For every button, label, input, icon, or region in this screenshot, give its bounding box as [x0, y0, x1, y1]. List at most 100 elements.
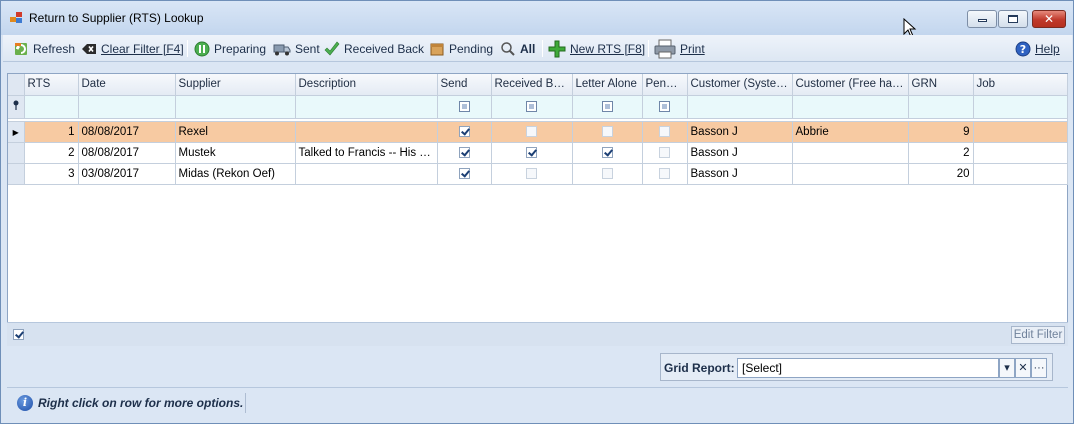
cell-date[interactable]: 03/08/2017	[78, 163, 176, 185]
column-header-job[interactable]: Job	[973, 74, 1068, 96]
column-header-supplier[interactable]: Supplier	[175, 74, 296, 96]
cell-job[interactable]	[973, 163, 1068, 185]
cell-rts[interactable]: 2	[24, 142, 79, 164]
filter-cell-letter-alone[interactable]	[572, 95, 643, 119]
filter-cell-rts[interactable]	[24, 95, 79, 119]
cell-pending[interactable]	[642, 163, 688, 185]
cell-supplier[interactable]: Mustek	[175, 142, 296, 164]
filter-checkbox-send[interactable]	[458, 100, 470, 112]
send-checkbox[interactable]	[458, 146, 470, 158]
column-header-send[interactable]: Send	[437, 74, 492, 96]
cell-rts[interactable]: 3	[24, 163, 79, 185]
filter-cell-send[interactable]	[437, 95, 492, 119]
filter-cell-received-back[interactable]	[491, 95, 573, 119]
column-header-description[interactable]: Description	[295, 74, 438, 96]
column-header-customer-free-hand[interactable]: Customer (Free hand)	[792, 74, 909, 96]
cell-description[interactable]: Talked to Francis -- His re...	[295, 142, 438, 164]
pending-checkbox[interactable]	[659, 167, 670, 179]
cell-date[interactable]: 08/08/2017	[78, 142, 176, 164]
filter-cell-description[interactable]	[295, 95, 438, 119]
row-indicator[interactable]	[8, 142, 25, 164]
minimize-button[interactable]	[967, 10, 997, 28]
filter-checkbox-pending[interactable]	[659, 100, 670, 112]
print-button[interactable]: Print	[654, 39, 705, 58]
dropdown-arrow-button[interactable]: ▾	[999, 358, 1015, 378]
cell-customer-free-hand[interactable]: Abbrie	[792, 121, 909, 143]
cell-pending[interactable]	[642, 121, 688, 143]
received-back-checkbox[interactable]	[526, 167, 537, 179]
column-header-received-back[interactable]: Received Back	[491, 74, 573, 96]
filter-cell-grn[interactable]	[908, 95, 974, 119]
more-options-button[interactable]: ···	[1031, 358, 1047, 378]
row-indicator[interactable]	[8, 163, 25, 185]
table-row[interactable]: 3 03/08/2017 Midas (Rekon Oef) Basson J …	[8, 163, 1068, 185]
column-header-date[interactable]: Date	[78, 74, 176, 96]
filter-cell-supplier[interactable]	[175, 95, 296, 119]
cell-supplier[interactable]: Midas (Rekon Oef)	[175, 163, 296, 185]
cell-customer-system[interactable]: Basson J	[687, 121, 793, 143]
column-header-grn[interactable]: GRN	[908, 74, 974, 96]
filter-cell-customer-free-hand[interactable]	[792, 95, 909, 119]
cell-received-back[interactable]	[491, 121, 573, 143]
pending-checkbox[interactable]	[659, 146, 670, 158]
cell-rts[interactable]: 1	[24, 121, 79, 143]
filter-enabled-checkbox[interactable]	[13, 329, 24, 340]
refresh-button[interactable]: Refresh	[13, 39, 75, 58]
cell-date[interactable]: 08/08/2017	[78, 121, 176, 143]
cell-letter-alone[interactable]	[572, 121, 643, 143]
cell-grn[interactable]: 9	[908, 121, 974, 143]
clear-filter-button[interactable]: Clear Filter [F4]	[81, 39, 184, 58]
column-header-letter-alone[interactable]: Letter Alone	[572, 74, 643, 96]
filter-checkbox-letter-alone[interactable]	[601, 100, 613, 112]
filter-cell-pending[interactable]	[642, 95, 688, 119]
pending-checkbox[interactable]	[659, 125, 670, 137]
cell-customer-free-hand[interactable]	[792, 163, 909, 185]
filter-cell-date[interactable]	[78, 95, 176, 119]
cell-customer-system[interactable]: Basson J	[687, 163, 793, 185]
cell-received-back[interactable]	[491, 142, 573, 164]
filter-checkbox-received-back[interactable]	[526, 100, 537, 112]
pending-filter-button[interactable]: Pending	[429, 39, 493, 58]
cell-letter-alone[interactable]	[572, 142, 643, 164]
letter-alone-checkbox[interactable]	[601, 146, 613, 158]
cell-pending[interactable]	[642, 142, 688, 164]
cell-job[interactable]	[973, 142, 1068, 164]
cell-supplier[interactable]: Rexel	[175, 121, 296, 143]
filter-cell-customer-system[interactable]	[687, 95, 793, 119]
cell-customer-free-hand[interactable]	[792, 142, 909, 164]
close-button[interactable]: ✕	[1032, 10, 1066, 28]
cell-letter-alone[interactable]	[572, 163, 643, 185]
cell-received-back[interactable]	[491, 163, 573, 185]
cell-send[interactable]	[437, 163, 492, 185]
table-row[interactable]: ▶ 1 08/08/2017 Rexel Basson J Abbrie 9	[8, 121, 1068, 143]
cell-send[interactable]	[437, 121, 492, 143]
edit-filter-button[interactable]: Edit Filter	[1011, 326, 1065, 344]
table-row[interactable]: 2 08/08/2017 Mustek Talked to Francis --…	[8, 142, 1068, 164]
all-filter-button[interactable]: All	[500, 39, 535, 58]
cell-grn[interactable]: 20	[908, 163, 974, 185]
cell-description[interactable]	[295, 121, 438, 143]
cell-job[interactable]	[973, 121, 1068, 143]
letter-alone-checkbox[interactable]	[601, 125, 613, 137]
filter-cell-job[interactable]	[973, 95, 1068, 119]
cell-customer-system[interactable]: Basson J	[687, 142, 793, 164]
column-header-customer-system[interactable]: Customer (System)	[687, 74, 793, 96]
received-back-filter-button[interactable]: Received Back	[324, 39, 424, 58]
preparing-filter-button[interactable]: Preparing	[194, 39, 266, 58]
letter-alone-checkbox[interactable]	[601, 167, 613, 179]
sent-filter-button[interactable]: Sent	[273, 39, 320, 58]
maximize-button[interactable]	[998, 10, 1028, 28]
column-header-rts[interactable]: RTS	[24, 74, 79, 96]
row-indicator[interactable]: ▶	[8, 121, 25, 143]
clear-report-button[interactable]: ✕	[1015, 358, 1031, 378]
received-back-checkbox[interactable]	[526, 146, 537, 158]
help-button[interactable]: ? Help	[1015, 39, 1060, 58]
received-back-checkbox[interactable]	[526, 125, 537, 137]
grid-report-select[interactable]: [Select]	[737, 358, 999, 378]
column-header-pending[interactable]: Pending	[642, 74, 688, 96]
send-checkbox[interactable]	[458, 167, 470, 179]
cell-grn[interactable]: 2	[908, 142, 974, 164]
send-checkbox[interactable]	[458, 125, 470, 137]
cell-send[interactable]	[437, 142, 492, 164]
cell-description[interactable]	[295, 163, 438, 185]
